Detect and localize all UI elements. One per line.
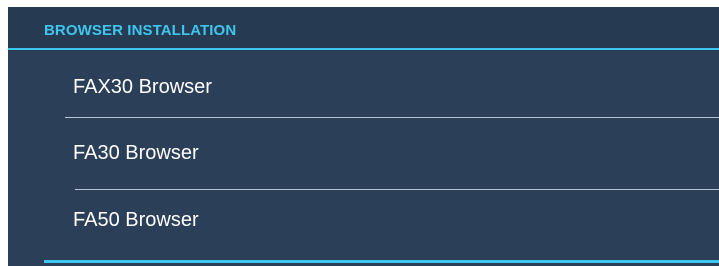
browser-item-label: FA50 Browser xyxy=(73,209,199,231)
list-bottom-border xyxy=(44,260,719,263)
browser-item-fa50[interactable]: FA50 Browser xyxy=(44,185,719,251)
section-title: BROWSER INSTALLATION xyxy=(44,22,237,39)
browser-installation-screen: BROWSER INSTALLATION FAX30 Browser FA30 … xyxy=(0,0,719,266)
browser-item-label: FAX30 Browser xyxy=(73,76,212,98)
browser-item-label: FA30 Browser xyxy=(73,142,199,164)
browser-item-fa30[interactable]: FA30 Browser xyxy=(44,118,719,184)
header-underline xyxy=(8,48,719,50)
browser-item-fax30[interactable]: FAX30 Browser xyxy=(44,52,719,118)
